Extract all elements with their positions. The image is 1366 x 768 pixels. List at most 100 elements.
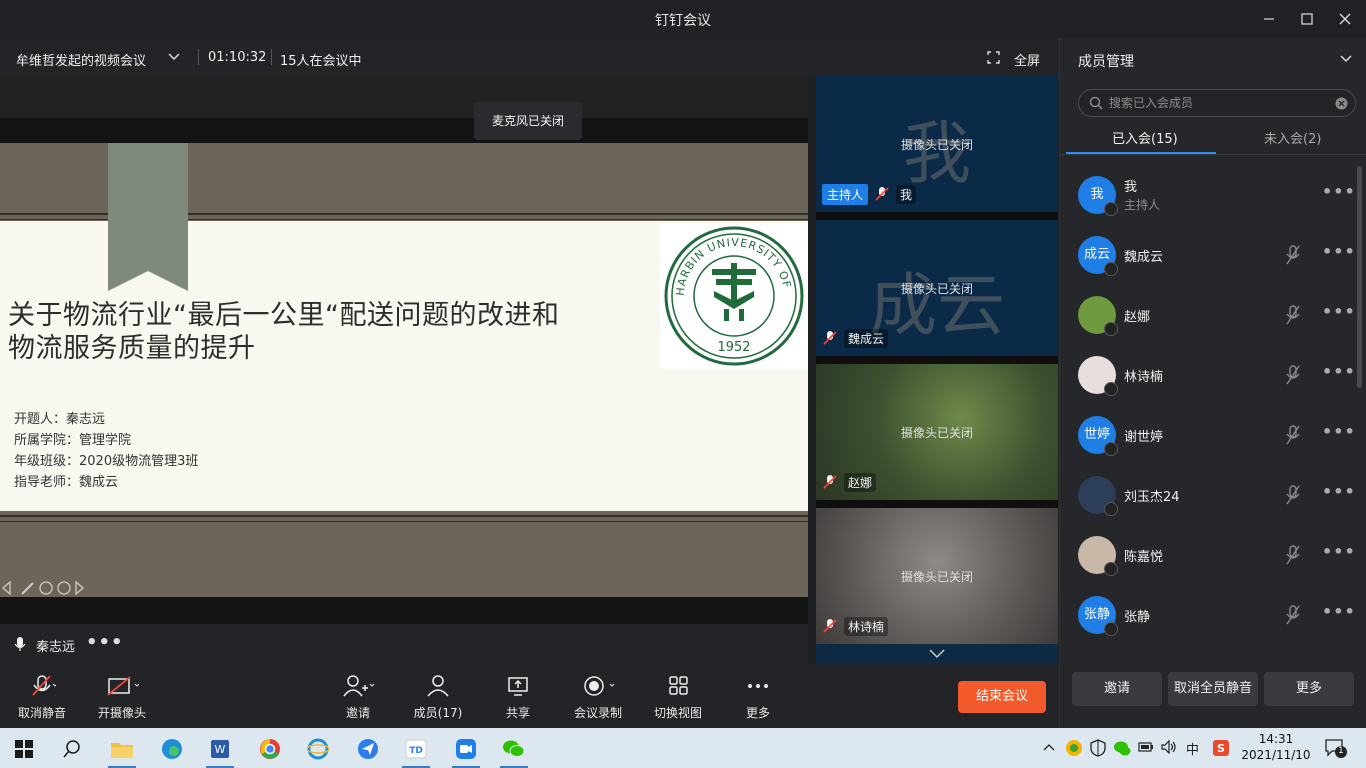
windows-taskbar: W TD 中 S 14:31 2021/11/10 1 bbox=[0, 728, 1366, 768]
device-badge-icon bbox=[1104, 262, 1118, 276]
invite-button[interactable]: 邀请 bbox=[1072, 672, 1162, 706]
share-screen-icon bbox=[508, 677, 528, 696]
video-tile[interactable]: 我 摄像头已关闭 主持人 我 bbox=[816, 76, 1058, 212]
taskbar-ie[interactable] bbox=[298, 734, 338, 764]
more-button[interactable]: 更多 bbox=[740, 674, 776, 721]
search-icon bbox=[1089, 96, 1103, 110]
taskbar-search-button[interactable] bbox=[52, 734, 92, 764]
video-tile[interactable]: 摄像头已关闭 林诗楠 bbox=[816, 508, 1058, 644]
tray-wechat-icon[interactable] bbox=[1113, 739, 1131, 757]
record-button[interactable]: 会议录制 bbox=[572, 674, 624, 721]
member-more-button[interactable]: ••• bbox=[1322, 422, 1356, 441]
stage-next-arrow[interactable] bbox=[792, 414, 808, 478]
member-search-input[interactable] bbox=[1109, 94, 1329, 112]
mic-muted-icon[interactable] bbox=[1284, 364, 1302, 386]
camera-off-text: 摄像头已关闭 bbox=[900, 138, 973, 152]
volume-icon[interactable] bbox=[1161, 740, 1177, 754]
member-more-button[interactable]: ••• bbox=[1322, 242, 1356, 261]
member-row[interactable]: 成云 魏成云 ••• bbox=[1060, 226, 1358, 286]
maximize-button[interactable] bbox=[1294, 6, 1320, 32]
prev-slide-icon bbox=[2, 580, 11, 596]
battery-icon[interactable] bbox=[1138, 741, 1154, 753]
member-more-button[interactable]: ••• bbox=[1322, 182, 1356, 201]
member-row[interactable]: 刘玉杰24 ••• bbox=[1060, 466, 1358, 526]
invite-toolbar-button[interactable]: 邀请 bbox=[334, 674, 382, 721]
member-more-button[interactable]: ••• bbox=[1322, 602, 1356, 621]
switch-view-button[interactable]: 切换视图 bbox=[652, 674, 704, 721]
video-tile-label: 主持人 我 bbox=[822, 183, 917, 205]
member-more-button[interactable]: ••• bbox=[1322, 302, 1356, 321]
notification-icon bbox=[1325, 739, 1347, 758]
minimize-button[interactable] bbox=[1256, 6, 1282, 32]
camera-off-text: 摄像头已关闭 bbox=[900, 282, 973, 296]
tray-360-icon[interactable] bbox=[1065, 739, 1083, 757]
taskbar-wechat[interactable] bbox=[494, 734, 534, 768]
start-button[interactable] bbox=[4, 734, 44, 764]
speaker-more-button[interactable]: ••• bbox=[86, 632, 124, 653]
mic-muted-icon bbox=[875, 187, 889, 201]
members-label: 成员(17) bbox=[413, 706, 463, 720]
member-list-scrollbar[interactable] bbox=[1357, 166, 1362, 388]
chevron-down-icon[interactable] bbox=[168, 52, 180, 62]
folder-icon bbox=[111, 743, 133, 758]
fullscreen-button[interactable]: 全屏 bbox=[1014, 50, 1040, 69]
unmute-button[interactable]: 取消静音 bbox=[14, 674, 70, 721]
share-label: 共享 bbox=[505, 706, 530, 720]
mic-muted-icon[interactable] bbox=[1284, 484, 1302, 506]
share-button[interactable]: 共享 bbox=[498, 674, 538, 721]
video-tile[interactable]: 摄像头已关闭 赵娜 bbox=[816, 364, 1058, 500]
member-row[interactable]: 林诗楠 ••• bbox=[1060, 346, 1358, 406]
member-row[interactable]: 赵娜 ••• bbox=[1060, 286, 1358, 346]
unmute-all-button[interactable]: 取消全员静音 bbox=[1168, 672, 1258, 706]
mic-muted-icon[interactable] bbox=[1284, 544, 1302, 566]
end-meeting-button[interactable]: 结束会议 bbox=[958, 681, 1046, 713]
member-more-button[interactable]: ••• bbox=[1322, 362, 1356, 381]
tray-shield-icon[interactable] bbox=[1090, 739, 1106, 757]
record-label: 会议录制 bbox=[573, 706, 622, 720]
tab-joined[interactable]: 已入会(15) bbox=[1112, 128, 1178, 147]
sogou-ime-icon[interactable]: S bbox=[1212, 739, 1230, 757]
clear-search-icon[interactable] bbox=[1335, 97, 1348, 110]
mic-muted-icon[interactable] bbox=[1284, 424, 1302, 446]
more-label: 更多 bbox=[745, 706, 770, 720]
member-row[interactable]: 我我主持人 ••• bbox=[1060, 166, 1358, 226]
tab-not-joined[interactable]: 未入会(2) bbox=[1264, 128, 1321, 147]
tray-expand-icon[interactable] bbox=[1042, 742, 1056, 752]
taskbar-edge[interactable] bbox=[152, 734, 192, 764]
members-button[interactable]: 成员(17) bbox=[412, 674, 464, 721]
member-row[interactable]: 世婷 谢世婷 ••• bbox=[1060, 406, 1358, 466]
camera-button[interactable]: 开摄像头 bbox=[94, 674, 150, 721]
mic-muted-icon[interactable] bbox=[1284, 604, 1302, 626]
taskbar-clock[interactable]: 14:31 2021/11/10 bbox=[1240, 731, 1312, 763]
divider bbox=[198, 49, 199, 65]
member-row[interactable]: 陈嘉悦 ••• bbox=[1060, 526, 1358, 586]
slide-title-line1: 关于物流行业“最后一公里“配送问题的改进和 bbox=[8, 300, 560, 331]
video-tile[interactable]: 成云 摄像头已关闭 魏成云 bbox=[816, 220, 1058, 356]
notification-center-button[interactable]: 1 bbox=[1324, 737, 1348, 759]
taskbar-todesk[interactable]: TD bbox=[396, 734, 436, 768]
member-name: 刘玉杰24 bbox=[1124, 490, 1180, 505]
mic-muted-icon[interactable] bbox=[1284, 304, 1302, 326]
close-button[interactable] bbox=[1332, 6, 1358, 32]
slide-rule bbox=[0, 521, 808, 522]
camera-off-text: 摄像头已关闭 bbox=[900, 570, 973, 584]
taskbar-feishu[interactable] bbox=[348, 734, 388, 764]
member-more-button[interactable]: ••• bbox=[1322, 482, 1356, 501]
taskbar-chrome[interactable] bbox=[250, 734, 290, 764]
member-more-button[interactable]: ••• bbox=[1322, 542, 1356, 561]
slide-ribbon-notch bbox=[108, 271, 188, 291]
strip-scroll-down[interactable] bbox=[816, 644, 1058, 664]
taskbar-file-explorer[interactable] bbox=[102, 734, 142, 768]
meeting-name[interactable]: 牟维哲发起的视频会议 bbox=[16, 50, 146, 69]
taskbar-word[interactable]: W bbox=[200, 734, 240, 768]
members-icon bbox=[427, 675, 449, 697]
fullscreen-icon[interactable] bbox=[987, 51, 1000, 64]
maximize-icon bbox=[1301, 13, 1313, 25]
panel-more-button[interactable]: 更多 bbox=[1264, 672, 1354, 706]
ime-indicator[interactable]: 中 bbox=[1186, 739, 1199, 758]
switch-view-label: 切换视图 bbox=[653, 706, 702, 720]
mic-muted-icon[interactable] bbox=[1284, 244, 1302, 266]
collapse-chevron-icon[interactable] bbox=[1340, 54, 1352, 64]
taskbar-dingtalk-meeting[interactable] bbox=[446, 734, 486, 768]
member-row[interactable]: 张静 张静 ••• bbox=[1060, 586, 1358, 646]
